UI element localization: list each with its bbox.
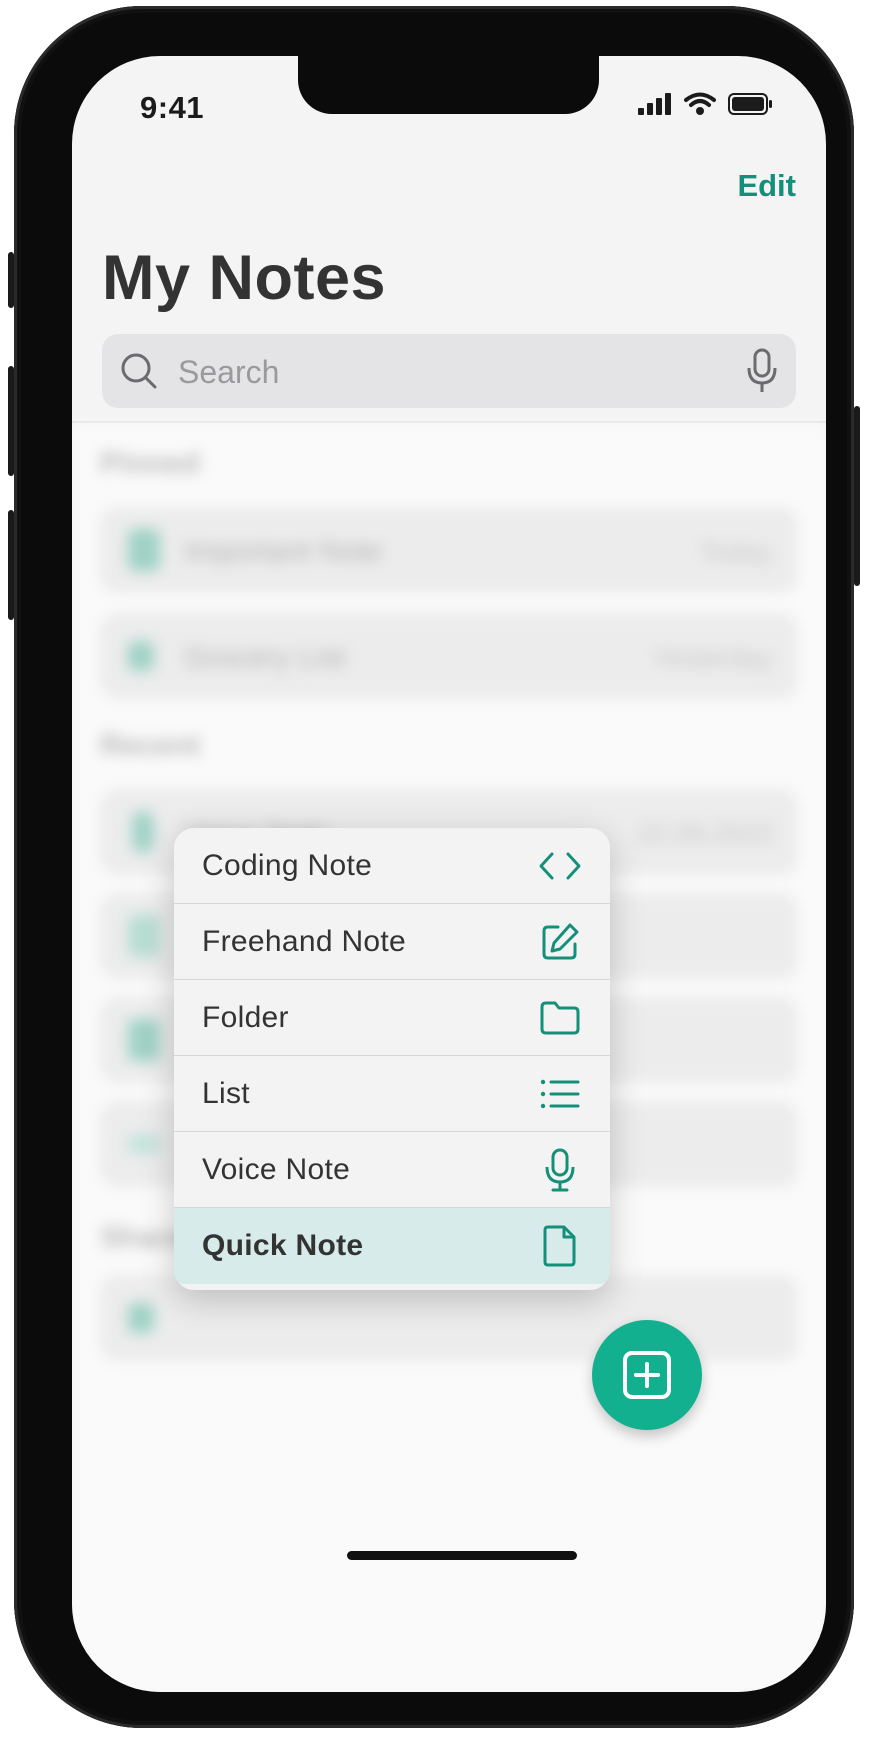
edit-button[interactable]: Edit [737, 168, 796, 204]
page-title: My Notes [102, 243, 387, 313]
mic-icon [132, 811, 154, 853]
file-icon [538, 1224, 582, 1268]
signal-icon [638, 93, 671, 115]
edit-icon [538, 920, 582, 964]
file-icon [128, 529, 160, 571]
wifi-icon [684, 92, 716, 115]
menu-item-list[interactable]: List [174, 1056, 610, 1132]
menu-item-voice-note[interactable]: Voice Note [174, 1132, 610, 1208]
plus-square-icon [623, 1351, 671, 1399]
new-item-menu: Coding Note Freehand Note Folder List Vo… [174, 828, 610, 1290]
power-button [854, 406, 860, 586]
status-time: 9:41 [140, 90, 205, 125]
notch [298, 56, 599, 114]
menu-item-quick-note[interactable]: Quick Note [174, 1208, 610, 1284]
folder-icon [128, 915, 160, 957]
battery-icon [728, 93, 772, 115]
search-input[interactable] [176, 334, 740, 410]
mute-switch [8, 252, 14, 308]
menu-item-freehand-note[interactable]: Freehand Note [174, 904, 610, 980]
note-row[interactable]: Grocery List Yesterday [100, 613, 798, 699]
note-title: Grocery List [184, 641, 346, 674]
note-date: Yesterday [652, 643, 772, 673]
menu-item-folder[interactable]: Folder [174, 980, 610, 1056]
add-note-button[interactable] [592, 1320, 702, 1430]
menu-item-label: Folder [202, 1000, 289, 1034]
home-indicator [347, 1551, 577, 1560]
note-date: 22.09.2023 [636, 819, 772, 849]
volume-up-button [8, 366, 14, 476]
section-label-pinned: Pinned [100, 447, 201, 480]
menu-item-label: Freehand Note [202, 924, 407, 958]
menu-item-label: Quick Note [202, 1229, 364, 1262]
note-date: Today [699, 537, 772, 567]
list-icon [128, 1303, 154, 1333]
list-icon [538, 1072, 582, 1116]
mic-icon [538, 1148, 582, 1192]
mic-icon[interactable] [746, 348, 778, 394]
note-row[interactable]: Important Note Today [100, 507, 798, 593]
menu-item-label: List [202, 1076, 250, 1110]
menu-item-coding-note[interactable]: Coding Note [174, 828, 610, 904]
note-title: Important Note [184, 535, 383, 568]
section-label-recent: Recent [100, 729, 201, 762]
code-icon [128, 1134, 160, 1154]
volume-down-button [8, 510, 14, 620]
status-icons [638, 92, 774, 116]
menu-item-label: Coding Note [202, 848, 373, 882]
code-icon [538, 844, 582, 888]
search-bar[interactable] [102, 334, 796, 410]
list-icon [128, 641, 154, 671]
search-icon [121, 353, 157, 389]
edit-icon [128, 1019, 160, 1061]
menu-item-label: Voice Note [202, 1152, 351, 1186]
folder-icon [538, 996, 582, 1040]
